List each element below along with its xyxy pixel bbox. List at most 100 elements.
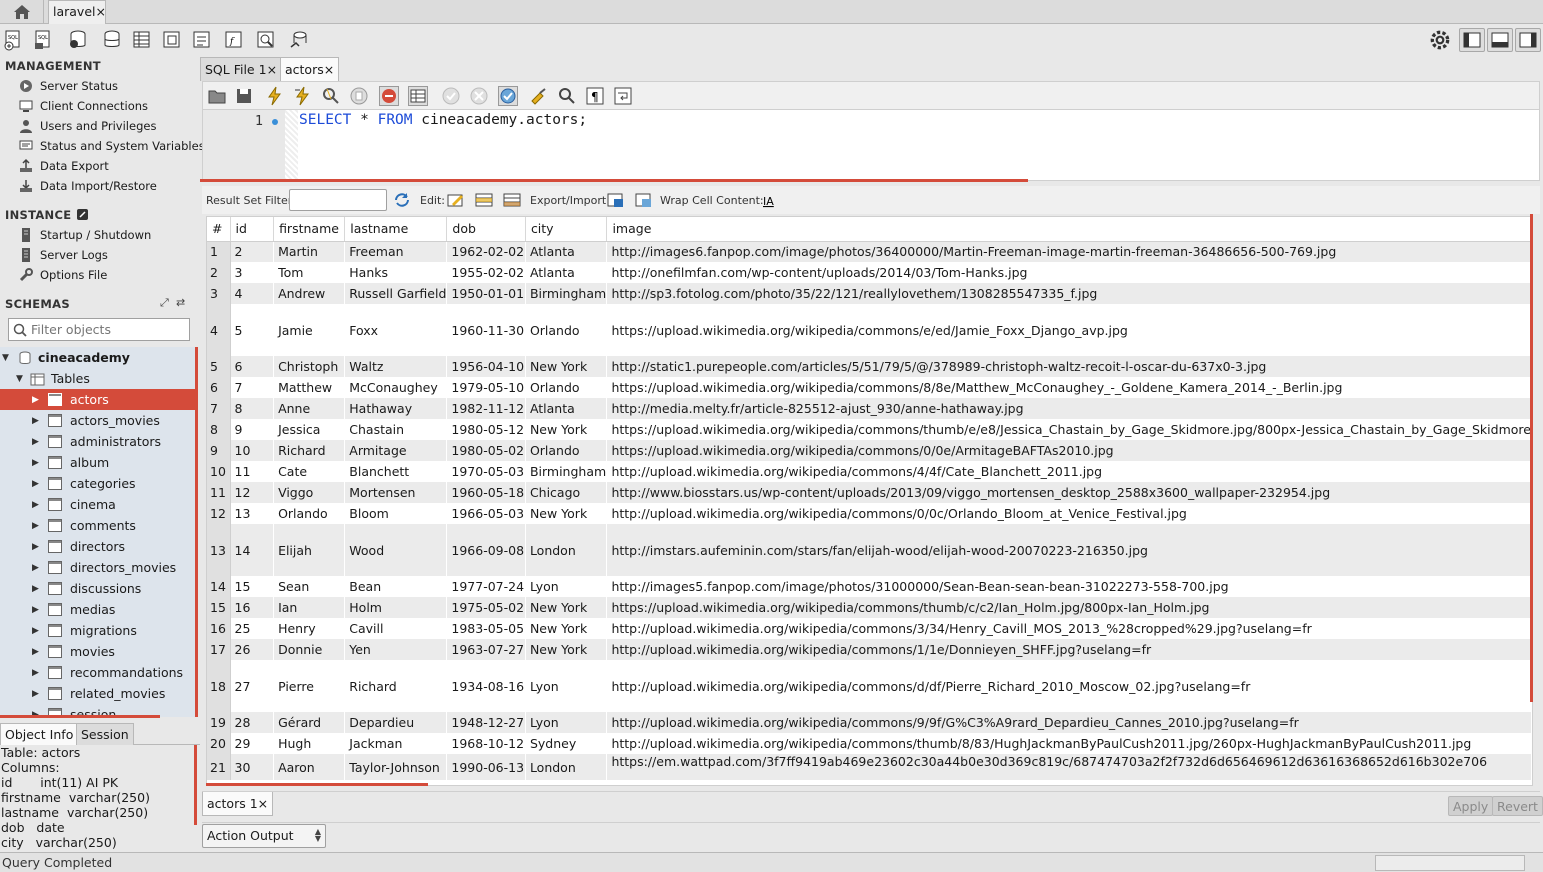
chevron-right-icon[interactable]: ▶ (32, 668, 42, 678)
table-cell[interactable]: Blanchett (344, 461, 448, 482)
table-row[interactable]: 12 13 Orlando Bloom 1966-05-03 New York http:/… (207, 503, 1532, 524)
table-cell[interactable]: 1950-01-01 (446, 283, 526, 304)
table-cell[interactable]: Waltz (344, 356, 448, 377)
table-cell[interactable]: 5 (230, 304, 275, 356)
table-cell[interactable]: Hanks (344, 262, 448, 283)
explain-icon[interactable] (321, 86, 341, 106)
table-cell[interactable]: Birmingham (525, 461, 608, 482)
table-cell[interactable]: Jessica (273, 419, 346, 440)
table-cell[interactable]: 7 (230, 377, 275, 398)
sidebar-item-status-variables[interactable]: Status and System Variables (18, 136, 205, 156)
edit-row-icon[interactable] (446, 191, 466, 209)
chevron-right-icon[interactable]: ▶ (32, 395, 42, 405)
tab-session[interactable]: Session (76, 723, 134, 745)
close-icon[interactable]: × (267, 62, 277, 77)
table-cell[interactable]: https://upload.wikimedia.org/wikipedia/c… (606, 377, 1532, 398)
table-cell[interactable]: New York (525, 503, 608, 524)
table-cell[interactable]: 9 (230, 419, 275, 440)
table-row[interactable]: 19 28 Gérard Depardieu 1948-12-27 Lyon http://… (207, 712, 1532, 733)
table-cell[interactable]: 1948-12-27 (446, 712, 526, 733)
chevron-right-icon[interactable]: ▶ (32, 542, 42, 552)
table-cell[interactable]: Russell Garfield (344, 283, 448, 304)
table-cell[interactable]: http://upload.wikimedia.org/wikipedia/co… (606, 712, 1532, 733)
table-cell[interactable]: Gérard (273, 712, 346, 733)
table-cell[interactable]: http://images6.fanpop.com/image/photos/3… (606, 241, 1532, 262)
sidebar-item-table[interactable]: ▶ directors (0, 536, 198, 557)
table-cell[interactable]: 1955-02-02 (446, 262, 526, 283)
sidebar-item-data-export[interactable]: Data Export (18, 156, 109, 176)
table-cell[interactable]: Jamie (273, 304, 346, 356)
table-cell[interactable]: 1977-07-24 (446, 576, 526, 597)
table-row[interactable]: 17 26 Donnie Yen 1963-07-27 New York http://up… (207, 639, 1532, 660)
table-cell[interactable]: 1980-05-02 (446, 440, 526, 461)
table-cell[interactable]: 14 (230, 524, 275, 576)
schema-node-cineacademy[interactable]: ▼ cineacademy (0, 347, 198, 368)
table-cell[interactable]: Birmingham (525, 283, 608, 304)
sidebar-item-server-logs[interactable]: Server Logs (18, 245, 108, 265)
sidebar-item-table[interactable]: ▶ administrators (0, 431, 198, 452)
toggle-sidebar-button[interactable] (1459, 28, 1485, 52)
table-cell[interactable]: https://upload.wikimedia.org/wikipedia/c… (606, 304, 1532, 356)
table-cell[interactable]: 1963-07-27 (446, 639, 526, 660)
table-cell[interactable]: https://upload.wikimedia.org/wikipedia/c… (606, 597, 1532, 618)
sidebar-item-table[interactable]: ▶ album (0, 452, 198, 473)
table-cell[interactable]: Christoph (273, 356, 346, 377)
table-cell[interactable]: Holm (344, 597, 448, 618)
table-cell[interactable]: 1956-04-10 (446, 356, 526, 377)
tab-sql-file-1[interactable]: SQL File 1× (200, 57, 283, 81)
add-row-icon[interactable] (474, 191, 494, 209)
table-cell[interactable]: Armitage (344, 440, 448, 461)
table-cell[interactable]: Sydney (525, 733, 608, 754)
filter-objects-input[interactable] (31, 322, 181, 337)
table-row[interactable]: 3 4 Andrew Russell Garfield 1950-01-01 Birmin… (207, 283, 1532, 304)
table-cell[interactable]: 1975-05-02 (446, 597, 526, 618)
tab-actors[interactable]: actors× (280, 57, 340, 81)
table-cell[interactable]: 1966-05-03 (446, 503, 526, 524)
table-cell[interactable]: 26 (230, 639, 275, 660)
table-cell[interactable]: Lyon (525, 660, 608, 712)
table-cell[interactable]: Lyon (525, 576, 608, 597)
new-sql-tab-icon[interactable]: SQL (2, 29, 26, 51)
table-cell[interactable]: 11 (230, 461, 275, 482)
chevron-right-icon[interactable]: ▶ (32, 500, 42, 510)
sidebar-item-table[interactable]: ▶ discussions (0, 578, 198, 599)
beautify-icon[interactable] (529, 86, 549, 106)
table-row[interactable]: 7 8 Anne Hathaway 1982-11-12 Atlanta http://me… (207, 398, 1532, 419)
table-cell[interactable]: 1960-05-18 (446, 482, 526, 503)
table-cell[interactable]: https://upload.wikimedia.org/wikipedia/c… (606, 419, 1532, 440)
tab-object-info[interactable]: Object Info (0, 723, 79, 745)
tables-node[interactable]: ▼ Tables (0, 368, 198, 389)
table-cell[interactable]: Lyon (525, 712, 608, 733)
table-cell[interactable]: Taylor-Johnson (344, 754, 448, 780)
sidebar-item-client-connections[interactable]: Client Connections (18, 96, 148, 116)
table-cell[interactable]: Orlando (273, 503, 346, 524)
table-cell[interactable]: Foxx (344, 304, 448, 356)
delete-row-icon[interactable] (502, 191, 522, 209)
table-cell[interactable]: Orlando (525, 377, 608, 398)
table-cell[interactable]: 2 (230, 241, 275, 262)
table-cell[interactable]: 3 (230, 262, 275, 283)
result-grid[interactable]: # id firstname lastname dob city image 1 2 Marti… (206, 216, 1533, 786)
find-icon[interactable] (557, 86, 577, 106)
table-cell[interactable]: http://imstars.aufeminin.com/stars/fan/e… (606, 524, 1532, 576)
chevron-right-icon[interactable]: ▶ (32, 647, 42, 657)
table-cell[interactable]: New York (525, 419, 608, 440)
create-view-icon[interactable] (160, 29, 184, 51)
table-cell[interactable]: http://media.melty.fr/article-825512-aju… (606, 398, 1532, 419)
table-cell[interactable]: 27 (230, 660, 275, 712)
table-cell[interactable]: 10 (230, 440, 275, 461)
column-header[interactable]: dob (446, 217, 526, 242)
sidebar-item-table[interactable]: ▶ related_movies (0, 683, 198, 704)
column-header[interactable]: # (207, 217, 231, 242)
table-cell[interactable]: Andrew (273, 283, 346, 304)
table-row[interactable]: 1 2 Martin Freeman 1962-02-02 Atlanta http://i… (207, 241, 1532, 262)
table-row[interactable]: 20 29 Hugh Jackman 1968-10-12 Sydney http://up… (207, 733, 1532, 754)
table-row[interactable]: 9 10 Richard Armitage 1980-05-02 Orlando https… (207, 440, 1532, 461)
table-cell[interactable]: 1966-09-08 (446, 524, 526, 576)
toggle-secondary-sidebar-button[interactable] (1515, 28, 1541, 52)
refresh-icon[interactable] (392, 191, 412, 209)
table-row[interactable]: 11 12 Viggo Mortensen 1960-05-18 Chicago http:… (207, 482, 1532, 503)
table-cell[interactable]: http://upload.wikimedia.org/wikipedia/co… (606, 503, 1532, 524)
chevron-right-icon[interactable]: ▶ (32, 689, 42, 699)
chevron-right-icon[interactable]: ▶ (32, 563, 42, 573)
